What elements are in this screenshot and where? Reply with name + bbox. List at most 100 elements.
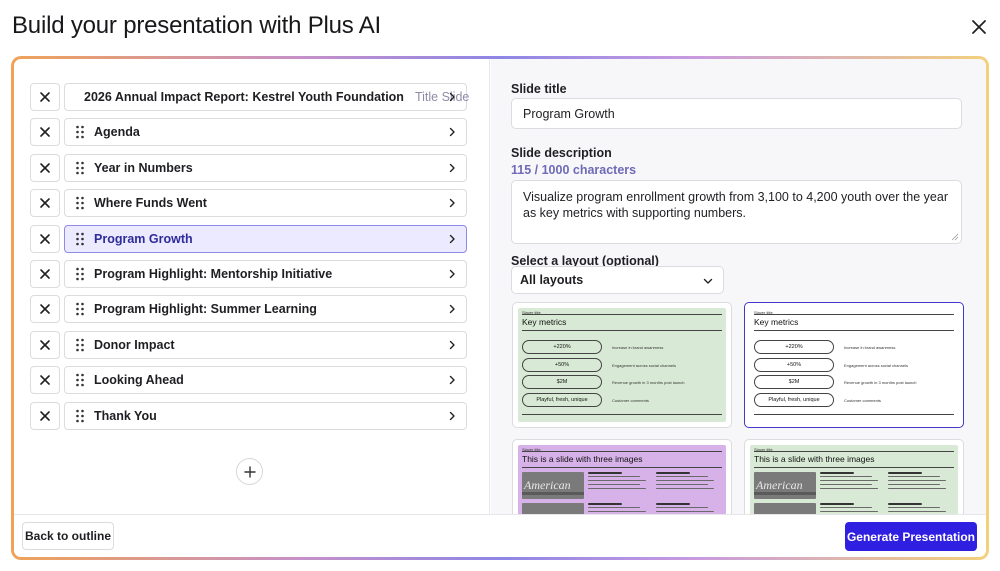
thumbnail-image [754, 503, 816, 514]
thumbnail-text-heading [588, 472, 622, 474]
close-icon [40, 162, 50, 173]
slide-item-label: Program Growth [94, 231, 193, 246]
thumbnail-text-line [888, 476, 940, 478]
thumbnail-image-word: American [524, 478, 571, 492]
remove-slide-button[interactable] [30, 118, 60, 147]
slide-row: 2026 Annual Impact Report: Kestrel Youth… [30, 83, 469, 111]
layout-thumbnail: Slayer title Key metrics +220% Increase in … [518, 308, 726, 422]
close-icon [40, 269, 50, 279]
slide-type-tag: Title Slide [414, 90, 470, 104]
metric-description: Engagement across social channels [612, 362, 677, 368]
remove-slide-button[interactable] [30, 83, 60, 111]
slide-item-label: Year in Numbers [94, 160, 193, 175]
drag-handle-icon[interactable] [75, 125, 85, 139]
drag-handle-icon[interactable] [75, 409, 85, 423]
close-icon [972, 20, 986, 34]
chevron-right-icon [449, 234, 455, 243]
remove-slide-button[interactable] [30, 401, 60, 430]
thumbnail-text-line [656, 507, 708, 509]
thumbnail-divider [754, 314, 954, 315]
thumbnail-text-heading [820, 472, 854, 474]
slide-item[interactable]: Thank You [64, 401, 467, 430]
slide-item[interactable]: Looking Ahead [64, 366, 467, 395]
slide-item[interactable]: Program Growth [64, 224, 467, 253]
layout-filter-value: All layouts [520, 273, 584, 287]
layout-option-card[interactable]: Slayer title This is a slide with three i… [744, 439, 964, 514]
metric-pill: Playful, fresh, unique [522, 392, 602, 407]
close-icon [40, 304, 50, 315]
back-to-outline-button[interactable]: Back to outline [22, 522, 114, 550]
thumbnail-divider [754, 451, 954, 452]
footer-bar: Back to outline Generate Presentation [14, 514, 986, 557]
remove-slide-button[interactable] [30, 153, 60, 182]
metric-pill: +220% [754, 340, 834, 354]
slide-item-label: Looking Ahead [94, 373, 184, 388]
remove-slide-button[interactable] [30, 260, 60, 288]
remove-slide-button[interactable] [30, 295, 60, 324]
thumbnail-title: This is a slide with three images [522, 454, 643, 464]
metric-pill: +50% [754, 357, 834, 372]
chevron-down-icon [703, 278, 713, 284]
thumbnail-text-line [588, 476, 640, 478]
slide-item[interactable]: 2026 Annual Impact Report: Kestrel Youth… [64, 83, 470, 111]
thumbnail-text-line [656, 484, 708, 486]
thumbnail-image: American [754, 472, 816, 499]
layout-option-card[interactable]: Slayer title Key metrics +220% Increase in … [744, 302, 964, 428]
slide-item-label: Donor Impact [94, 337, 175, 352]
resize-handle-icon[interactable] [951, 233, 959, 241]
drag-handle-icon[interactable] [75, 232, 85, 246]
drag-handle-icon[interactable] [75, 267, 85, 281]
thumbnail-text-heading [820, 503, 854, 505]
slide-row: Program Growth [30, 224, 467, 253]
close-icon [40, 339, 50, 350]
slide-item[interactable]: Agenda [64, 118, 467, 147]
slide-row: Donor Impact [30, 330, 467, 359]
thumbnail-image [522, 503, 584, 514]
close-button[interactable] [968, 16, 990, 38]
metric-description: Increase in brand awareness [844, 345, 896, 350]
slide-item-label: Program Highlight: Summer Learning [94, 302, 317, 317]
thumbnail-divider [754, 414, 954, 415]
close-icon [40, 198, 50, 208]
chevron-right-icon [449, 163, 455, 172]
close-icon [40, 92, 50, 102]
slide-title-input[interactable] [511, 98, 962, 129]
metric-pill: $2M [522, 375, 602, 389]
slide-description-textarea[interactable]: Visualize program enrollment growth from… [511, 180, 962, 244]
metric-description: Increase in brand awareness [612, 345, 664, 350]
metric-pill: $2M [754, 375, 834, 389]
drag-handle-icon[interactable] [75, 196, 85, 210]
thumbnail-text-line [820, 507, 872, 509]
chevron-right-icon [449, 269, 455, 279]
drag-handle-icon[interactable] [75, 161, 85, 175]
slide-item[interactable]: Where Funds Went [64, 189, 467, 218]
drag-handle-icon[interactable] [75, 373, 85, 387]
slide-item[interactable]: Program Highlight: Mentorship Initiative [64, 260, 467, 288]
slide-item[interactable]: Donor Impact [64, 330, 467, 359]
slide-item-label: Thank You [94, 408, 157, 423]
generate-presentation-button[interactable]: Generate Presentation [845, 522, 977, 551]
thumbnail-text-line [588, 484, 640, 486]
thumbnail-text-line [820, 476, 872, 478]
slide-item[interactable]: Year in Numbers [64, 153, 467, 182]
close-icon [40, 127, 50, 138]
slide-item-label: Agenda [94, 125, 140, 140]
remove-slide-button[interactable] [30, 330, 60, 359]
layout-option-card[interactable]: Slayer title This is a slide with three i… [512, 439, 732, 514]
remove-slide-button[interactable] [30, 189, 60, 218]
close-icon [40, 233, 50, 244]
remove-slide-button[interactable] [30, 366, 60, 395]
thumbnail-text-line [820, 480, 878, 482]
drag-handle-icon[interactable] [75, 302, 85, 316]
slide-item-label: Where Funds Went [94, 196, 207, 211]
layout-option-card[interactable]: Slayer title Key metrics +220% Increase in … [512, 302, 732, 428]
remove-slide-button[interactable] [30, 224, 60, 253]
drag-handle-icon[interactable] [75, 338, 85, 352]
slide-row: Where Funds Went [30, 189, 467, 218]
slide-row: Looking Ahead [30, 366, 467, 395]
add-slide-button[interactable] [236, 458, 263, 485]
slide-item[interactable]: Program Highlight: Summer Learning [64, 295, 467, 324]
slide-row: Year in Numbers [30, 153, 467, 182]
thumbnail-title: Key metrics [522, 317, 567, 327]
layout-filter-select[interactable]: All layouts [511, 266, 724, 294]
